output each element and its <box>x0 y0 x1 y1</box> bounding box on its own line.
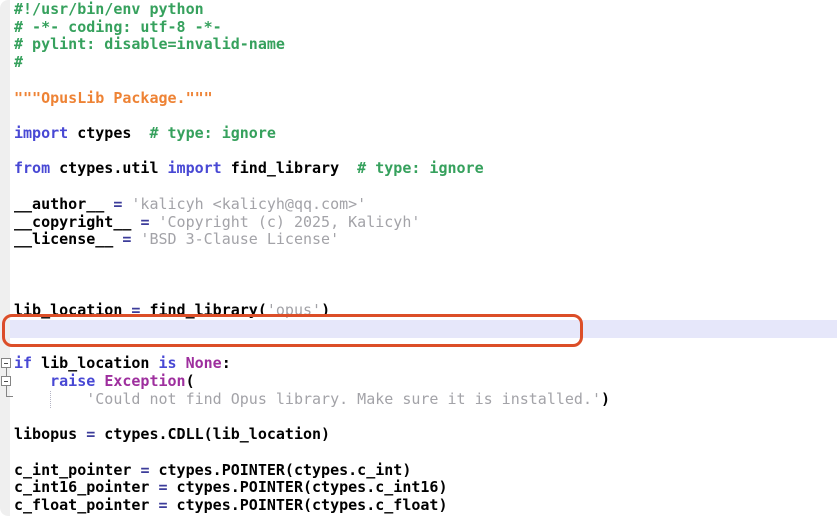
code-token-keyword: raise <box>50 372 95 390</box>
code-line[interactable]: libopus = ctypes.CDLL(lib_location) <box>0 426 837 444</box>
code-token-normal: ) <box>321 301 330 319</box>
code-editor: #!/usr/bin/env python# -*- coding: utf-8… <box>0 0 837 516</box>
code-token-keyword: import <box>168 159 222 177</box>
code-area[interactable]: #!/usr/bin/env python# -*- coding: utf-8… <box>0 0 837 516</box>
code-line[interactable]: lib_location = find_library('opus') <box>0 302 837 320</box>
code-token-keyword: from <box>14 159 50 177</box>
code-token-normal: c_float_pointer <box>14 496 159 514</box>
code-line[interactable] <box>0 285 837 303</box>
code-token-comment: # -*- coding: utf-8 -*- <box>14 18 222 36</box>
code-token-normal: libopus <box>14 425 86 443</box>
code-token-normal: ctypes.util <box>50 159 167 177</box>
code-token-normal: __license__ <box>14 230 122 248</box>
fold-guide-line <box>6 368 7 376</box>
code-line[interactable]: c_int16_pointer = ctypes.POINTER(ctypes.… <box>0 479 837 497</box>
code-token-operator: = <box>86 425 95 443</box>
indent-guide <box>50 391 51 408</box>
code-token-keyword: import <box>14 124 68 142</box>
code-line[interactable]: import ctypes # type: ignore <box>0 125 837 143</box>
code-token-normal: : <box>222 354 231 372</box>
code-line[interactable] <box>0 72 837 90</box>
code-line[interactable] <box>0 444 837 462</box>
code-line[interactable]: # -*- coding: utf-8 -*- <box>0 19 837 37</box>
code-token-comment: # type: ignore <box>339 159 484 177</box>
code-line[interactable]: #!/usr/bin/env python <box>0 1 837 19</box>
code-token-string: 'Could not find Opus library. Make sure … <box>86 390 601 408</box>
code-token-normal: ) <box>601 390 610 408</box>
code-token-normal: c_int16_pointer <box>14 478 159 496</box>
code-line[interactable]: from ctypes.util import find_library # t… <box>0 160 837 178</box>
code-line[interactable] <box>0 249 837 267</box>
code-line[interactable] <box>0 409 837 427</box>
code-line[interactable] <box>0 143 837 161</box>
code-line[interactable]: 'Could not find Opus library. Make sure … <box>0 391 837 409</box>
code-token-normal: ctypes.POINTER(ctypes.c_int) <box>149 461 411 479</box>
code-token-normal <box>14 372 50 390</box>
code-token-normal: __copyright__ <box>14 213 140 231</box>
minus-icon <box>4 381 8 382</box>
code-token-string: 'BSD 3-Clause License' <box>131 230 339 248</box>
code-token-string: 'kalicyh <kalicyh@qq.com>' <box>122 195 366 213</box>
code-line[interactable]: if lib_location is None: <box>0 355 837 373</box>
code-token-builtin: Exception <box>104 372 185 390</box>
fold-margin[interactable] <box>0 0 10 516</box>
code-token-normal: ctypes.CDLL(lib_location) <box>95 425 330 443</box>
fold-end-corner-icon <box>6 386 13 397</box>
code-token-comment: # type: ignore <box>131 124 276 142</box>
code-line[interactable] <box>0 338 837 356</box>
fold-collapse-icon-if-block[interactable] <box>1 358 11 368</box>
code-line[interactable] <box>0 107 837 125</box>
code-token-keyword: is <box>159 354 177 372</box>
code-line[interactable]: """OpusLib Package.""" <box>0 90 837 108</box>
code-token-normal <box>95 372 104 390</box>
fold-collapse-icon-raise-call[interactable] <box>1 376 11 386</box>
code-token-comment: # <box>14 53 23 71</box>
code-line[interactable]: c_int_pointer = ctypes.POINTER(ctypes.c_… <box>0 462 837 480</box>
code-token-operator: = <box>159 478 168 496</box>
code-token-normal: lib_location <box>14 301 131 319</box>
code-line[interactable]: __author__ = 'kalicyh <kalicyh@qq.com>' <box>0 196 837 214</box>
code-token-normal: ctypes <box>68 124 131 142</box>
code-line[interactable] <box>0 178 837 196</box>
code-line[interactable]: # pylint: disable=invalid-name <box>0 36 837 54</box>
code-token-normal: ctypes.POINTER(ctypes.c_int16) <box>168 478 448 496</box>
code-token-normal: find_library <box>222 159 339 177</box>
code-token-normal: ctypes.POINTER(ctypes.c_float) <box>168 496 448 514</box>
code-token-normal <box>177 354 186 372</box>
code-token-string: 'opus' <box>267 301 321 319</box>
code-token-keyword: if <box>14 354 32 372</box>
code-line[interactable] <box>0 267 837 285</box>
code-line[interactable]: __license__ = 'BSD 3-Clause License' <box>0 231 837 249</box>
minus-icon <box>4 363 8 364</box>
code-token-normal: lib_location <box>32 354 158 372</box>
code-token-comment: # pylint: disable=invalid-name <box>14 35 285 53</box>
code-token-normal: find_library( <box>140 301 266 319</box>
code-token-normal: c_int_pointer <box>14 461 140 479</box>
code-line[interactable]: raise Exception( <box>0 373 837 391</box>
code-token-builtin: None <box>186 354 222 372</box>
code-token-operator: = <box>159 496 168 514</box>
code-line[interactable]: # <box>0 54 837 72</box>
code-token-comment: #!/usr/bin/env python <box>14 0 204 18</box>
code-token-docstring: """OpusLib Package.""" <box>14 89 213 107</box>
code-line-current[interactable] <box>0 320 837 338</box>
code-line[interactable]: c_float_pointer = ctypes.POINTER(ctypes.… <box>0 497 837 515</box>
code-token-normal: __author__ <box>14 195 113 213</box>
code-token-normal: ( <box>186 372 195 390</box>
code-token-string: 'Copyright (c) 2025, Kalicyh' <box>149 213 420 231</box>
code-line[interactable]: __copyright__ = 'Copyright (c) 2025, Kal… <box>0 214 837 232</box>
